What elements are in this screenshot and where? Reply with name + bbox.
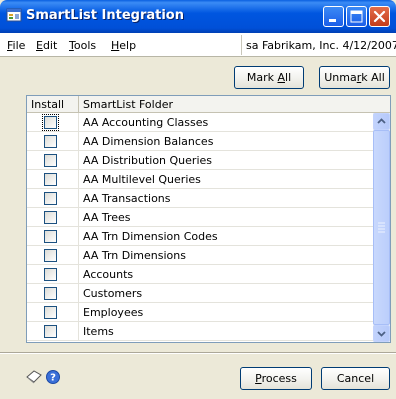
unmark-all-label-rest: k All bbox=[361, 71, 385, 84]
maximize-icon bbox=[350, 10, 363, 23]
process-label: rocess bbox=[261, 372, 297, 385]
app-icon bbox=[6, 7, 22, 23]
cell-divider bbox=[78, 170, 79, 189]
svg-text:?: ? bbox=[50, 373, 56, 384]
list-item[interactable]: AA Dimension Balances bbox=[27, 132, 373, 151]
list-item[interactable]: AA Accounting Classes bbox=[27, 113, 373, 132]
install-checkbox[interactable] bbox=[44, 306, 57, 319]
list-rows: AA Accounting Classes AA Dimension Balan… bbox=[27, 113, 373, 342]
menu-help-label: elp bbox=[119, 39, 137, 52]
mark-all-label-rest: ll bbox=[285, 71, 292, 84]
menu-bar: File Edit Tools Help sa Fabrikam, Inc. 4… bbox=[0, 33, 396, 57]
column-smartlist-folder[interactable]: SmartList Folder bbox=[83, 98, 173, 111]
smartlist-integration-window: SmartList Integration File Edit Tools He… bbox=[0, 0, 396, 399]
cell-divider bbox=[78, 151, 79, 170]
cell-divider bbox=[78, 246, 79, 265]
folder-name: AA Multilevel Queries bbox=[83, 173, 201, 186]
list-item[interactable]: AA Trees bbox=[27, 208, 373, 227]
note-icon[interactable] bbox=[25, 369, 43, 388]
smartlist-folder-list[interactable]: Install SmartList Folder AA Accounting C… bbox=[26, 95, 391, 343]
install-checkbox[interactable] bbox=[44, 192, 57, 205]
list-item[interactable]: AA Transactions bbox=[27, 189, 373, 208]
window-title: SmartList Integration bbox=[26, 8, 184, 23]
list-item[interactable]: Items bbox=[27, 322, 373, 341]
menu-edit[interactable]: Edit bbox=[36, 39, 57, 52]
minimize-button[interactable] bbox=[323, 6, 344, 27]
install-checkbox[interactable] bbox=[44, 173, 57, 186]
menu-edit-mnemonic: E bbox=[36, 39, 43, 52]
list-item[interactable]: Customers bbox=[27, 284, 373, 303]
footer-separator bbox=[0, 352, 396, 354]
cell-divider bbox=[78, 284, 79, 303]
chevron-up-icon bbox=[377, 118, 386, 124]
cell-divider bbox=[78, 322, 79, 341]
install-checkbox[interactable] bbox=[44, 325, 57, 338]
cell-divider bbox=[78, 227, 79, 246]
scroll-thumb[interactable] bbox=[373, 130, 390, 325]
mark-all-mnemonic: A bbox=[277, 71, 286, 84]
cell-divider bbox=[78, 303, 79, 322]
folder-name: Accounts bbox=[83, 268, 134, 281]
cell-divider bbox=[78, 132, 79, 151]
cancel-button[interactable]: Cancel bbox=[321, 367, 390, 390]
list-item[interactable]: Accounts bbox=[27, 265, 373, 284]
folder-name: AA Dimension Balances bbox=[83, 135, 214, 148]
maximize-button[interactable] bbox=[346, 6, 367, 27]
vertical-scrollbar[interactable] bbox=[373, 113, 390, 342]
folder-name: AA Transactions bbox=[83, 192, 171, 205]
folder-name: AA Accounting Classes bbox=[83, 116, 209, 129]
install-checkbox[interactable] bbox=[42, 114, 59, 131]
list-item[interactable]: Employees bbox=[27, 303, 373, 322]
folder-name: AA Trn Dimensions bbox=[83, 249, 186, 262]
install-checkbox[interactable] bbox=[44, 230, 57, 243]
grip-icon bbox=[378, 222, 385, 233]
list-item[interactable]: AA Distribution Queries bbox=[27, 151, 373, 170]
list-item[interactable]: AA Multilevel Queries bbox=[27, 170, 373, 189]
menu-file[interactable]: File bbox=[7, 39, 25, 52]
close-icon bbox=[373, 10, 386, 23]
mark-all-label: Mark bbox=[246, 71, 278, 84]
folder-name: Customers bbox=[83, 287, 143, 300]
cancel-label: Cancel bbox=[336, 372, 375, 385]
unmark-all-button[interactable]: Unmark All bbox=[319, 66, 390, 89]
process-button[interactable]: Process bbox=[240, 367, 312, 390]
menu-tools[interactable]: Tools bbox=[69, 39, 96, 52]
list-item[interactable]: AA Trn Dimensions bbox=[27, 246, 373, 265]
folder-name: AA Trees bbox=[83, 211, 131, 224]
install-checkbox[interactable] bbox=[44, 135, 57, 148]
cell-divider bbox=[78, 208, 79, 227]
minimize-icon bbox=[329, 19, 336, 22]
column-divider[interactable] bbox=[78, 96, 79, 113]
chevron-down-icon bbox=[377, 331, 386, 337]
cell-divider bbox=[78, 189, 79, 208]
install-checkbox[interactable] bbox=[44, 154, 57, 167]
list-header: Install SmartList Folder bbox=[27, 96, 390, 113]
menu-tools-label: ools bbox=[73, 39, 97, 52]
folder-name: Items bbox=[83, 325, 114, 338]
unmark-all-label: Unma bbox=[324, 71, 357, 84]
mark-all-button[interactable]: Mark All bbox=[234, 66, 304, 89]
install-checkbox[interactable] bbox=[44, 211, 57, 224]
scroll-down-button[interactable] bbox=[373, 325, 390, 342]
list-item[interactable]: AA Trn Dimension Codes bbox=[27, 227, 373, 246]
install-checkbox[interactable] bbox=[44, 249, 57, 262]
cell-divider bbox=[78, 265, 79, 284]
install-checkbox[interactable] bbox=[44, 287, 57, 300]
help-icon[interactable]: ? bbox=[45, 369, 61, 388]
menu-separator bbox=[241, 35, 242, 55]
menu-file-label: ile bbox=[12, 39, 26, 52]
folder-name: Employees bbox=[83, 306, 144, 319]
folder-name: AA Trn Dimension Codes bbox=[83, 230, 218, 243]
folder-name: AA Distribution Queries bbox=[83, 154, 212, 167]
scroll-up-button[interactable] bbox=[373, 113, 390, 130]
user-company-date: sa Fabrikam, Inc. 4/12/2007 bbox=[246, 39, 396, 52]
cell-divider bbox=[78, 113, 79, 132]
close-button[interactable] bbox=[369, 6, 390, 27]
menu-help[interactable]: Help bbox=[111, 39, 136, 52]
install-checkbox[interactable] bbox=[44, 268, 57, 281]
title-bar[interactable]: SmartList Integration bbox=[0, 0, 396, 33]
column-install[interactable]: Install bbox=[31, 98, 64, 111]
menu-edit-label: dit bbox=[42, 39, 58, 52]
